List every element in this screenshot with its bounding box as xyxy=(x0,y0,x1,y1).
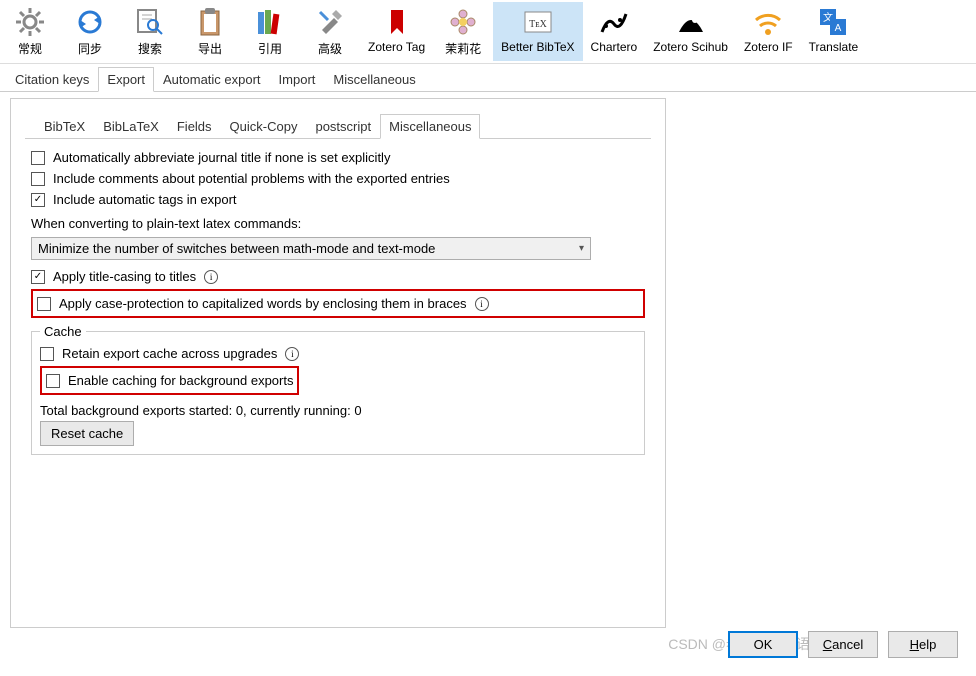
toolbar-tools[interactable]: 高级 xyxy=(300,2,360,61)
tab-export[interactable]: Export xyxy=(98,67,154,92)
tab-automatic-export[interactable]: Automatic export xyxy=(154,67,270,92)
sub-tabs: BibTeXBibLaTeXFieldsQuick-Copypostscript… xyxy=(25,113,651,139)
toolbar-search[interactable]: 搜索 xyxy=(120,2,180,61)
checkbox-autotags[interactable]: ✓ xyxy=(31,193,45,207)
toolbar-label: Zotero IF xyxy=(744,40,793,54)
info-icon[interactable]: i xyxy=(475,297,489,311)
tex-icon: TᴇX xyxy=(522,6,554,38)
toolbar-gear[interactable]: 常规 xyxy=(0,2,60,61)
subtab-biblatex[interactable]: BibLaTeX xyxy=(94,114,168,139)
cache-group: Cache Retain export cache across upgrade… xyxy=(31,324,645,455)
toolbar-label: 导出 xyxy=(198,40,222,57)
label-autotags: Include automatic tags in export xyxy=(53,192,237,207)
toolbar-label: Translate xyxy=(809,40,859,54)
chart-icon xyxy=(598,6,630,38)
checkbox-abbrev[interactable] xyxy=(31,151,45,165)
books-icon xyxy=(254,6,286,38)
option-autotags[interactable]: ✓ Include automatic tags in export xyxy=(31,189,645,210)
gear-icon xyxy=(14,6,46,38)
subtab-fields[interactable]: Fields xyxy=(168,114,221,139)
checkbox-comments[interactable] xyxy=(31,172,45,186)
toolbar-translate[interactable]: 文A Translate xyxy=(801,2,867,61)
settings-panel: BibTeXBibLaTeXFieldsQuick-Copypostscript… xyxy=(10,98,666,628)
toolbar-wifi[interactable]: Zotero IF xyxy=(736,2,801,61)
reset-cache-button[interactable]: Reset cache xyxy=(40,421,134,446)
toolbar-label: 搜索 xyxy=(138,40,162,57)
toolbar-label: 茉莉花 xyxy=(445,40,481,57)
toolbar-clipboard[interactable]: 导出 xyxy=(180,2,240,61)
toolbar-label: Zotero Scihub xyxy=(653,40,728,54)
cache-legend: Cache xyxy=(40,324,86,339)
toolbar-flower[interactable]: 茉莉花 xyxy=(433,2,493,61)
toolbar-label: Better BibTeX xyxy=(501,40,574,54)
toolbar-scihub[interactable]: Zotero Scihub xyxy=(645,2,736,61)
main-tabs: Citation keysExportAutomatic exportImpor… xyxy=(0,66,976,92)
option-bgexport[interactable]: Enable caching for background exports xyxy=(46,370,293,391)
translate-icon: 文A xyxy=(817,6,849,38)
toolbar: 常规 同步 搜索 导出 引用 高级 Zotero Tag 茉莉花 TᴇX Better BibTe… xyxy=(0,0,976,64)
toolbar-label: Zotero Tag xyxy=(368,40,425,54)
toolbar-tex[interactable]: TᴇX Better BibTeX xyxy=(493,2,582,61)
svg-text:A: A xyxy=(835,23,842,34)
option-comments[interactable]: Include comments about potential problem… xyxy=(31,168,645,189)
subtab-bibtex[interactable]: BibTeX xyxy=(35,114,94,139)
toolbar-label: Chartero xyxy=(591,40,638,54)
info-icon[interactable]: i xyxy=(285,347,299,361)
checkbox-caseprotect[interactable] xyxy=(37,297,51,311)
sync-icon xyxy=(74,6,106,38)
toolbar-label: 同步 xyxy=(78,40,102,57)
tab-miscellaneous[interactable]: Miscellaneous xyxy=(324,67,424,92)
toolbar-sync[interactable]: 同步 xyxy=(60,2,120,61)
chevron-down-icon: ▾ xyxy=(579,243,584,254)
toolbar-label: 高级 xyxy=(318,40,342,57)
highlight-bgexport: Enable caching for background exports xyxy=(40,366,299,395)
subtab-quick-copy[interactable]: Quick-Copy xyxy=(221,114,307,139)
option-caseprotect[interactable]: Apply case-protection to capitalized wor… xyxy=(37,293,639,314)
checkbox-bgexport[interactable] xyxy=(46,374,60,388)
tab-citation-keys[interactable]: Citation keys xyxy=(6,67,98,92)
highlight-caseprotect: Apply case-protection to capitalized wor… xyxy=(31,289,645,318)
convert-label: When converting to plain-text latex comm… xyxy=(31,210,645,234)
toolbar-label: 常规 xyxy=(18,40,42,57)
convert-dropdown[interactable]: Minimize the number of switches between … xyxy=(31,237,591,260)
help-button[interactable]: Help xyxy=(888,631,958,658)
cancel-button[interactable]: Cancel xyxy=(808,631,878,658)
info-icon[interactable]: i xyxy=(204,270,218,284)
subtab-miscellaneous[interactable]: Miscellaneous xyxy=(380,114,480,139)
tools-icon xyxy=(314,6,346,38)
option-retain[interactable]: Retain export cache across upgrades i xyxy=(40,343,636,364)
toolbar-bookmark[interactable]: Zotero Tag xyxy=(360,2,433,61)
dropdown-value: Minimize the number of switches between … xyxy=(38,241,435,256)
bookmark-icon xyxy=(381,6,413,38)
cache-status: Total background exports started: 0, cur… xyxy=(40,397,636,421)
subtab-postscript[interactable]: postscript xyxy=(306,114,380,139)
wifi-icon xyxy=(752,6,784,38)
label-retain: Retain export cache across upgrades xyxy=(62,346,277,361)
checkbox-retain[interactable] xyxy=(40,347,54,361)
ok-button[interactable]: OK xyxy=(728,631,798,658)
svg-text:TᴇX: TᴇX xyxy=(529,19,548,30)
dialog-buttons: OK Cancel Help xyxy=(728,631,958,658)
label-abbrev: Automatically abbreviate journal title i… xyxy=(53,150,390,165)
clipboard-icon xyxy=(194,6,226,38)
flower-icon xyxy=(447,6,479,38)
label-comments: Include comments about potential problem… xyxy=(53,171,450,186)
scihub-icon xyxy=(675,6,707,38)
option-titlecase[interactable]: ✓ Apply title-casing to titles i xyxy=(31,266,645,287)
search-icon xyxy=(134,6,166,38)
checkbox-titlecase[interactable]: ✓ xyxy=(31,270,45,284)
toolbar-label: 引用 xyxy=(258,40,282,57)
toolbar-books[interactable]: 引用 xyxy=(240,2,300,61)
label-caseprotect: Apply case-protection to capitalized wor… xyxy=(59,296,467,311)
toolbar-chart[interactable]: Chartero xyxy=(583,2,646,61)
label-bgexport: Enable caching for background exports xyxy=(68,373,293,388)
option-abbrev[interactable]: Automatically abbreviate journal title i… xyxy=(31,147,645,168)
label-titlecase: Apply title-casing to titles xyxy=(53,269,196,284)
tab-import[interactable]: Import xyxy=(270,67,325,92)
